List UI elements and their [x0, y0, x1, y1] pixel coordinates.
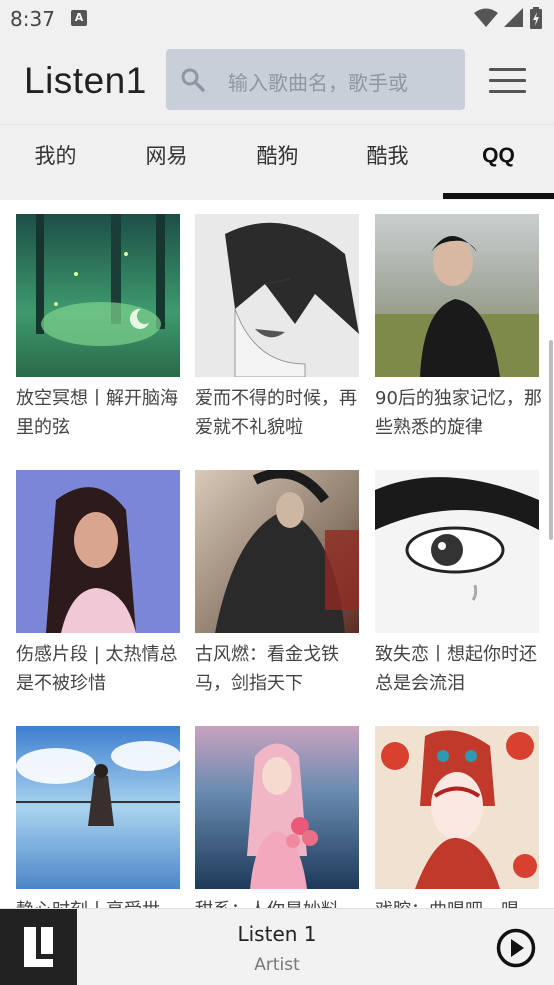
playlist-title: 静心时刻丨享受世: [16, 896, 184, 908]
scrollbar[interactable]: [549, 340, 553, 540]
playlist-card[interactable]: 爱而不得的时候，再爱就不礼貌啦: [195, 214, 359, 442]
status-bar: 8:37 A: [0, 0, 554, 38]
playlist-cover: [195, 214, 359, 377]
playlist-cover: [375, 726, 539, 889]
tab-qq[interactable]: QQ: [443, 125, 554, 201]
play-icon[interactable]: [496, 928, 536, 968]
active-tab-indicator: [443, 193, 554, 199]
playlist-cover: [195, 726, 359, 889]
playlist-card[interactable]: 甜系：人你是妙料: [195, 726, 359, 908]
playlist-cover: [16, 726, 180, 889]
search-placeholder: 输入歌曲名，歌手或: [228, 71, 408, 95]
status-time: 8:37: [10, 7, 55, 31]
playlist-title: 放空冥想丨解开脑海里的弦: [16, 388, 178, 438]
playlist-title: 爱而不得的时候，再爱就不礼貌啦: [195, 388, 357, 438]
tab-kuwo[interactable]: 酷我: [332, 125, 443, 201]
playlist-cover: [16, 470, 180, 633]
tab-netease[interactable]: 网易: [111, 125, 222, 201]
source-tabs: 我的 网易 酷狗 酷我 QQ: [0, 124, 554, 200]
now-playing-artist: Artist: [254, 955, 300, 975]
playlist-card[interactable]: 致失恋丨想起你时还总是会流泪: [375, 470, 539, 698]
battery-icon: [530, 7, 542, 29]
playlist-cover: [195, 470, 359, 633]
playlist-cover: [375, 214, 539, 377]
signal-icon: [504, 8, 523, 27]
playlist-card[interactable]: 古风燃：看金戈铁马，剑指天下: [195, 470, 359, 698]
tab-mine[interactable]: 我的: [0, 125, 111, 201]
hamburger-menu-icon[interactable]: [489, 68, 526, 94]
playlist-title: 甜系：人你是妙料: [195, 896, 363, 908]
app-header: Listen1 输入歌曲名，歌手或: [0, 38, 554, 124]
app-title: Listen1: [24, 60, 147, 101]
playlist-card[interactable]: 放空冥想丨解开脑海里的弦: [16, 214, 180, 442]
playlist-title: 90后的独家记忆，那些熟悉的旋律: [375, 388, 542, 438]
notification-a-icon: A: [71, 10, 87, 26]
playlist-cover: [375, 470, 539, 633]
playlist-title: 古风燃：看金戈铁马，剑指天下: [195, 644, 339, 694]
tab-kugou[interactable]: 酷狗: [222, 125, 333, 201]
playlist-card[interactable]: 90后的独家记忆，那些熟悉的旋律: [375, 214, 542, 442]
now-playing-title: Listen 1: [237, 922, 317, 946]
playlist-title: 戏腔：曲唱吧，唱: [375, 896, 543, 908]
search-input[interactable]: 输入歌曲名，歌手或: [166, 49, 465, 110]
status-icons: [474, 7, 542, 29]
search-icon: [181, 68, 205, 92]
playlist-card[interactable]: 伤感片段 | 太热情总是不被珍惜: [16, 470, 180, 698]
playlist-card[interactable]: 静心时刻丨享受世: [16, 726, 180, 908]
playlist-cover: [16, 214, 180, 377]
wifi-icon: [474, 8, 498, 27]
playlist-card[interactable]: 戏腔：曲唱吧，唱: [375, 726, 539, 908]
playlist-title: 致失恋丨想起你时还总是会流泪: [375, 644, 537, 694]
playlist-title: 伤感片段 | 太热情总是不被珍惜: [16, 644, 178, 694]
now-playing-bar[interactable]: Listen 1 Artist: [0, 908, 554, 985]
playlist-grid: 放空冥想丨解开脑海里的弦 爱而不得的时候，再爱就不礼貌啦 90后的独家记忆，那些…: [0, 200, 554, 908]
app-logo-icon: [0, 909, 77, 985]
